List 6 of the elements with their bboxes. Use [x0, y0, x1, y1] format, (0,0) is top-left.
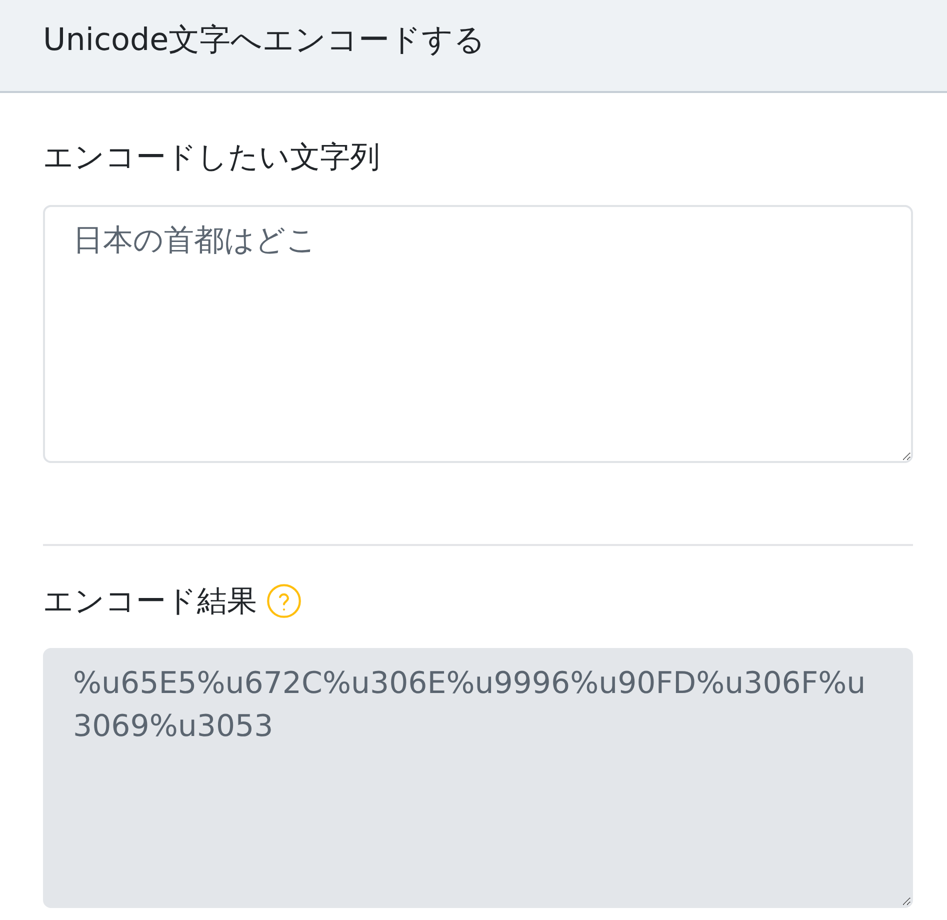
- page-title: Unicode文字へエンコードする: [43, 21, 487, 60]
- field-label: エンコード結果: [43, 582, 257, 620]
- text-input-field[interactable]: 日本の首都はどこ: [43, 205, 913, 463]
- help-icon[interactable]: [267, 584, 301, 618]
- field-label: エンコードしたい文字列: [43, 138, 380, 176]
- result-field[interactable]: %u65E5%u672C%u306E%u9996%u90FD%u306F%u3069%u3053: [43, 648, 913, 908]
